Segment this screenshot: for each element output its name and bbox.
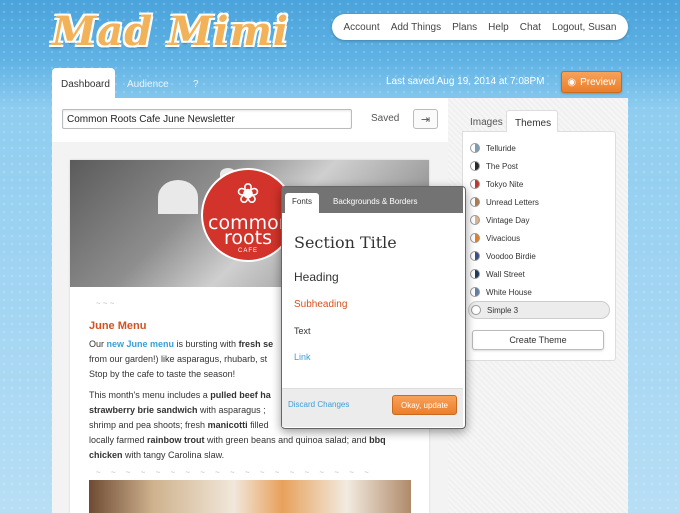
theme-item[interactable]: Vivacious (468, 229, 610, 247)
font-subheading[interactable]: Subheading (294, 299, 347, 310)
theme-name: Voodoo Birdie (486, 251, 536, 261)
theme-swatch-icon (470, 269, 480, 279)
theme-item[interactable]: Voodoo Birdie (468, 247, 610, 265)
date-divider: ~ ~ ~ (96, 299, 115, 308)
exit-button[interactable]: ⇥ (413, 109, 438, 129)
eye-icon: ◉ (567, 76, 577, 88)
nav-add-things[interactable]: Add Things (391, 22, 441, 33)
theme-swatch-icon (470, 179, 480, 189)
theme-swatch-icon (470, 215, 480, 225)
font-heading[interactable]: Heading (294, 270, 339, 284)
font-text[interactable]: Text (294, 326, 311, 336)
font-link[interactable]: Link (294, 352, 311, 362)
theme-name: The Post (486, 161, 519, 171)
nav-plans[interactable]: Plans (452, 22, 477, 33)
nav-help[interactable]: Help (488, 22, 509, 33)
cafe-logo-text: common roots (208, 212, 291, 249)
last-saved-status: Last saved Aug 19, 2014 at 7:08PM (386, 76, 545, 87)
sidebar-tab-themes[interactable]: Themes (506, 110, 558, 132)
paragraph-1[interactable]: Our new June menu is bursting with fresh… (89, 337, 289, 382)
saved-indicator: Saved (371, 113, 400, 124)
theme-swatch-icon (470, 197, 480, 207)
theme-swatch-icon (470, 251, 480, 261)
newsletter-title-input[interactable] (62, 109, 352, 129)
preview-label: Preview (580, 76, 616, 88)
wheat-icon: ❀ (236, 178, 260, 209)
theme-swatch-icon (470, 287, 480, 297)
theme-swatch-icon (470, 233, 480, 243)
theme-item[interactable]: Tokyo Nite (468, 175, 610, 193)
theme-item[interactable]: White House (468, 283, 610, 301)
mad-mimi-logo[interactable]: Mad Mimi (52, 8, 289, 55)
popup-tab-fonts[interactable]: Fonts (285, 193, 320, 213)
create-theme-button[interactable]: Create Theme (472, 330, 604, 350)
theme-name: Tokyo Nite (486, 179, 524, 189)
theme-item[interactable]: Telluride (468, 139, 610, 157)
theme-swatch-icon (471, 305, 481, 315)
theme-item[interactable]: The Post (468, 157, 610, 175)
theme-name: Simple 3 (487, 305, 519, 315)
theme-name: Unread Letters (486, 197, 539, 207)
theme-name: Telluride (486, 143, 516, 153)
sidebar-tab-images[interactable]: Images (462, 110, 511, 132)
theme-name: White House (486, 287, 532, 297)
theme-item[interactable]: Simple 3 (468, 301, 610, 319)
theme-name: Vivacious (486, 233, 521, 243)
theme-item[interactable]: Vintage Day (468, 211, 610, 229)
theme-item[interactable]: Unread Letters (468, 193, 610, 211)
june-menu-link[interactable]: new June menu (107, 339, 175, 349)
theme-swatch-icon (470, 143, 480, 153)
theme-list: Telluride The Post Tokyo Nite Unread Letter… (468, 139, 610, 319)
preview-button[interactable]: ◉ Preview (561, 71, 622, 93)
cafe-logo-subtext: CAFE (237, 248, 258, 254)
top-nav: Account Add Things Plans Help Chat Logou… (332, 14, 628, 40)
theme-name: Vintage Day (486, 215, 530, 225)
tab-help[interactable]: ? (184, 68, 208, 98)
nav-account[interactable]: Account (344, 22, 380, 33)
food-image[interactable] (89, 480, 411, 513)
section-divider: ~ ~ ~ ~ ~ ~ ~ ~ ~ ~ ~ ~ ~ ~ ~ ~ ~ ~ ~ (96, 468, 373, 477)
tab-audience[interactable]: Audience (118, 68, 178, 98)
theme-swatch-icon (470, 161, 480, 171)
tab-dashboard[interactable]: Dashboard (52, 68, 115, 98)
okay-update-button[interactable]: Okay, update (392, 395, 457, 415)
font-section-title[interactable]: Section Title (294, 233, 397, 252)
theme-item[interactable]: Wall Street (468, 265, 610, 283)
discard-changes-link[interactable]: Discard Changes (288, 400, 349, 409)
nav-logout[interactable]: Logout, Susan (552, 22, 617, 33)
nav-chat[interactable]: Chat (520, 22, 541, 33)
popup-tab-backgrounds[interactable]: Backgrounds & Borders (326, 193, 425, 213)
theme-name: Wall Street (486, 269, 525, 279)
exit-icon: ⇥ (420, 113, 431, 126)
section-heading[interactable]: June Menu (89, 320, 146, 332)
